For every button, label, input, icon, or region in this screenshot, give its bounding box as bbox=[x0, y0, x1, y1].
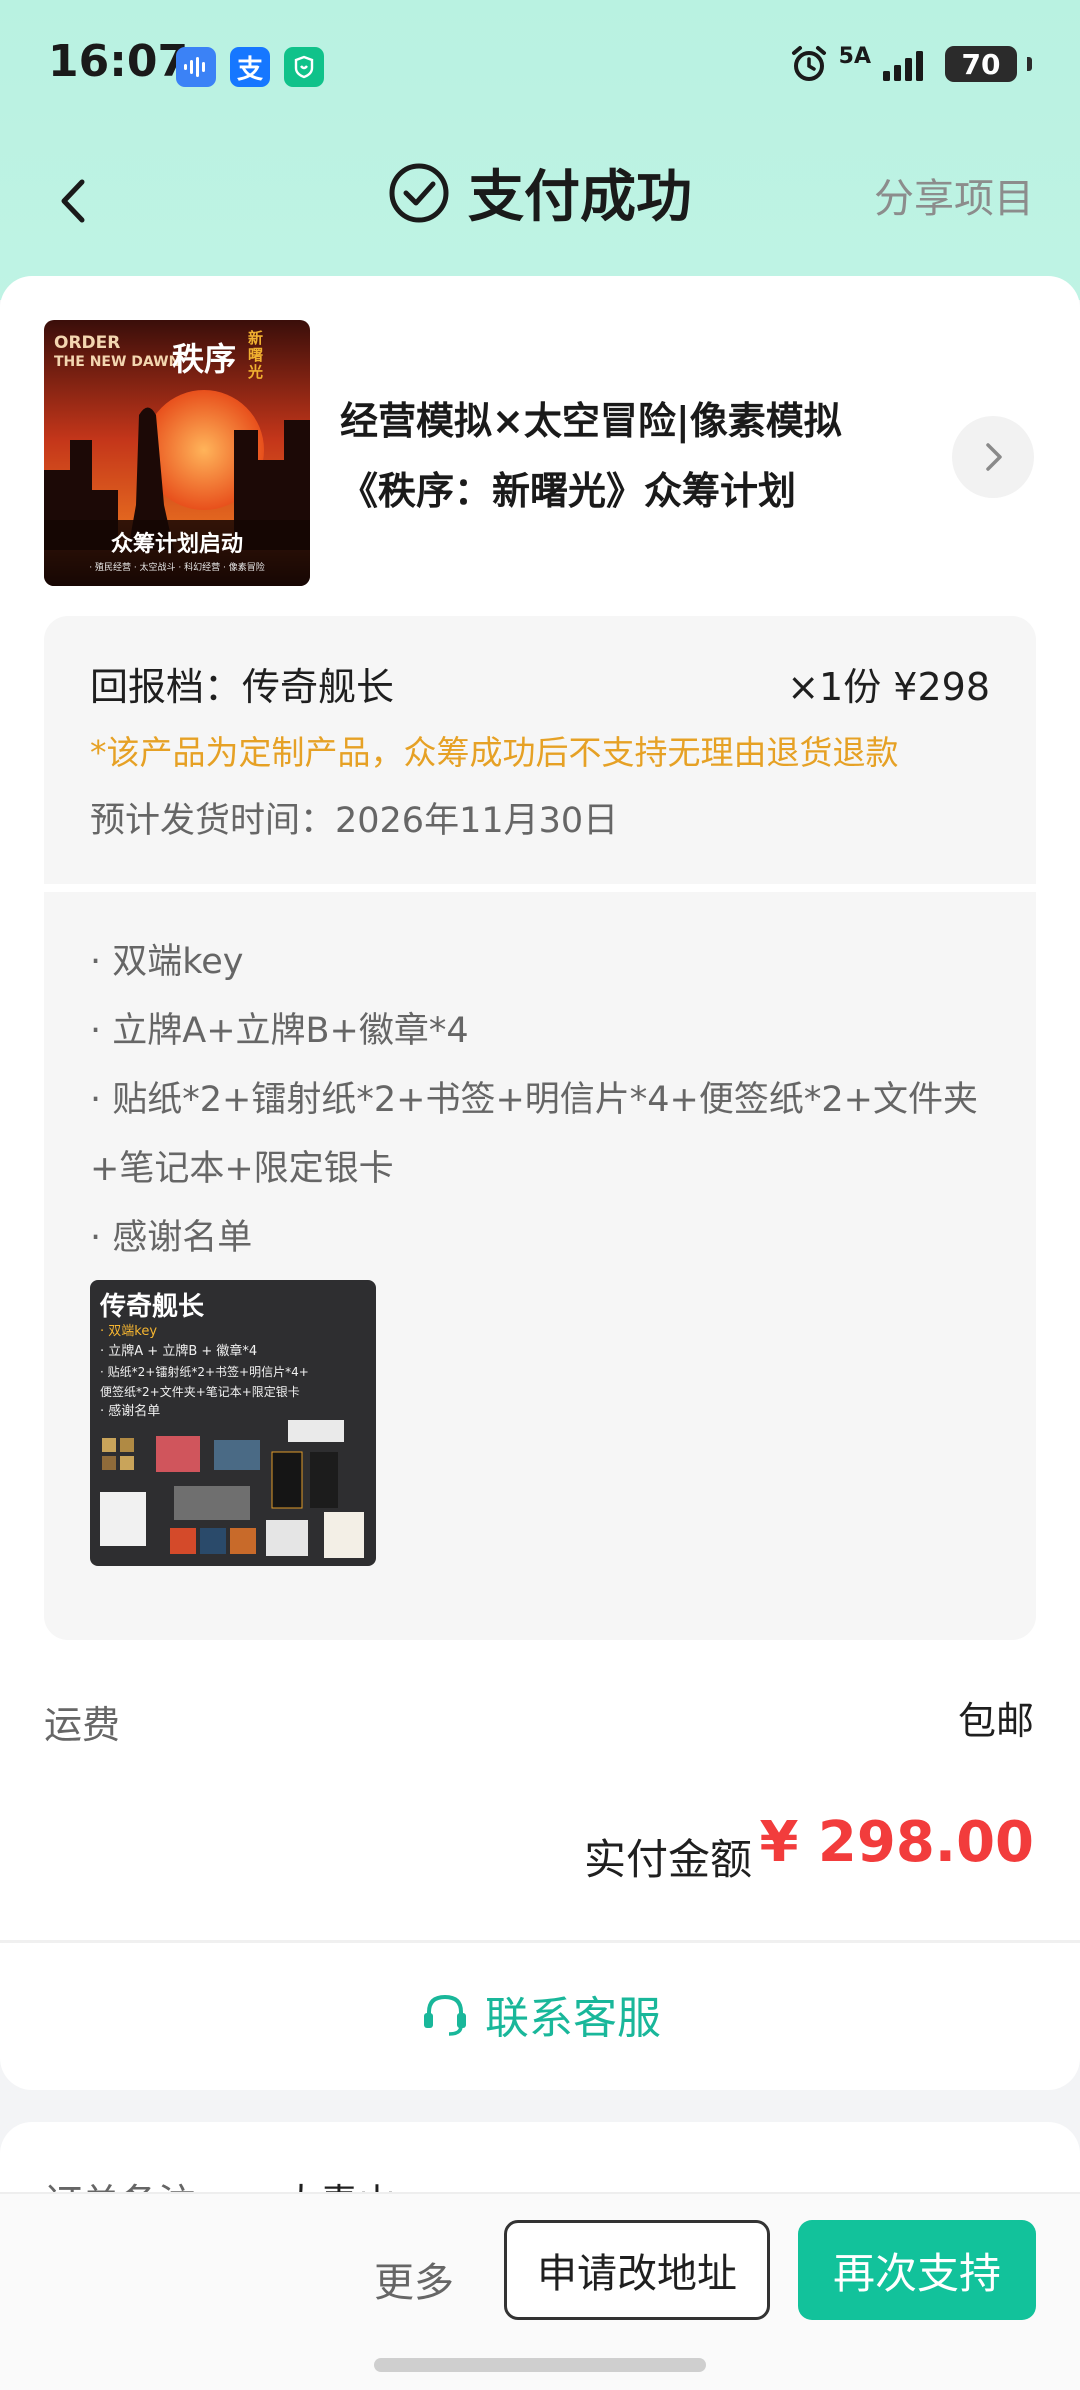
network-label: 5A bbox=[838, 44, 871, 69]
cover-logo-cn-sub: 新曙光 bbox=[248, 329, 264, 381]
cover-logo-en-2: THE NEW DAWN bbox=[54, 354, 181, 370]
paid-amount-label: 实付金额 bbox=[584, 1835, 753, 1884]
chevron-right-icon bbox=[986, 443, 1002, 471]
alarm-icon bbox=[791, 46, 826, 81]
cover-banner: 众筹计划启动 bbox=[110, 532, 243, 557]
paid-amount: ¥ 298.00 bbox=[759, 1810, 1034, 1875]
project-title-line-1: 经营模拟×太空冒险|像素模拟 bbox=[340, 399, 842, 443]
card-divider bbox=[0, 1940, 1080, 1943]
thumb-goods-illustration bbox=[100, 1420, 364, 1558]
shipping-value: 包邮 bbox=[957, 1699, 1034, 1743]
bottom-action-bar: 更多 申请改地址 再次支持 bbox=[0, 2192, 1080, 2390]
project-title-line-2: 《秩序：新曙光》众筹计划 bbox=[340, 469, 797, 513]
reward-qty-price: ×1份 ¥298 bbox=[787, 665, 990, 709]
reward-item: · 贴纸*2+镭射纸*2+书签+明信片*4+便签纸*2+文件夹+笔记本+限定银卡 bbox=[90, 1080, 978, 1189]
reward-tier: 回报档：传奇舰长 bbox=[90, 665, 395, 709]
headset-icon bbox=[424, 1994, 466, 2036]
reward-ship-time: 预计发货时间：2026年11月30日 bbox=[90, 801, 619, 841]
voice-app-icon bbox=[176, 47, 216, 87]
reward-item-list: · 双端key · 立牌A+立牌B+徽章*4 · 贴纸*2+镭射纸*2+书签+明… bbox=[90, 928, 1000, 1273]
more-button[interactable]: 更多 bbox=[374, 2250, 454, 2308]
contact-service-button[interactable]: 联系客服 bbox=[0, 1952, 1080, 2076]
status-bar: 16:07 支 5A 70 bbox=[0, 0, 1080, 130]
page-title: 支付成功 bbox=[468, 165, 692, 230]
page-header: 支付成功 分享项目 bbox=[0, 140, 1080, 260]
reward-notice: *该产品为定制产品，众筹成功后不支持无理由退货退款 bbox=[90, 733, 899, 772]
battery-tip bbox=[1027, 57, 1032, 71]
reward-preview-image[interactable]: 传奇舰长 · 双端key · 立牌A + 立牌B + 徽章*4 · 贴纸*2+镭… bbox=[90, 1280, 376, 1566]
alipay-icon: 支 bbox=[230, 47, 270, 87]
signal-icon bbox=[883, 51, 923, 81]
reward-divider bbox=[44, 884, 1036, 892]
shipping-label: 运费 bbox=[44, 1703, 121, 1747]
battery-icon: 70 bbox=[945, 46, 1017, 82]
home-indicator[interactable] bbox=[374, 2358, 706, 2372]
cover-tags: · 殖民经营 · 太空战斗 · 科幻经营 · 像素冒险 bbox=[89, 563, 265, 573]
project-cover-image[interactable]: ORDER THE NEW DAWN 秩序 新曙光 众筹计划启动 · 殖民经营 … bbox=[44, 320, 310, 586]
mi-home-icon bbox=[284, 47, 324, 87]
support-again-button[interactable]: 再次支持 bbox=[798, 2220, 1036, 2320]
reward-item: · 立牌A+立牌B+徽章*4 bbox=[90, 1011, 469, 1051]
cover-logo-cn: 秩序 bbox=[172, 340, 237, 378]
order-card: ORDER THE NEW DAWN 秩序 新曙光 众筹计划启动 · 殖民经营 … bbox=[0, 276, 1080, 2090]
reward-item: · 双端key bbox=[90, 942, 244, 982]
battery-level: 70 bbox=[961, 47, 1001, 81]
cover-logo-en-1: ORDER bbox=[54, 333, 121, 353]
change-address-button[interactable]: 申请改地址 bbox=[504, 2220, 770, 2320]
contact-service-label: 联系客服 bbox=[485, 1993, 661, 2044]
reward-box: 回报档：传奇舰长 ×1份 ¥298 *该产品为定制产品，众筹成功后不支持无理由退… bbox=[44, 616, 1036, 1640]
status-time: 16:07 bbox=[48, 36, 189, 87]
check-circle-icon bbox=[389, 163, 449, 222]
project-detail-button[interactable] bbox=[952, 416, 1034, 498]
share-project-link[interactable]: 分享项目 bbox=[874, 166, 1034, 224]
project-title[interactable]: 经营模拟×太空冒险|像素模拟 《秩序：新曙光》众筹计划 bbox=[340, 386, 900, 526]
status-indicators: 5A 70 bbox=[789, 44, 1032, 84]
reward-item: · 感谢名单 bbox=[90, 1218, 253, 1258]
